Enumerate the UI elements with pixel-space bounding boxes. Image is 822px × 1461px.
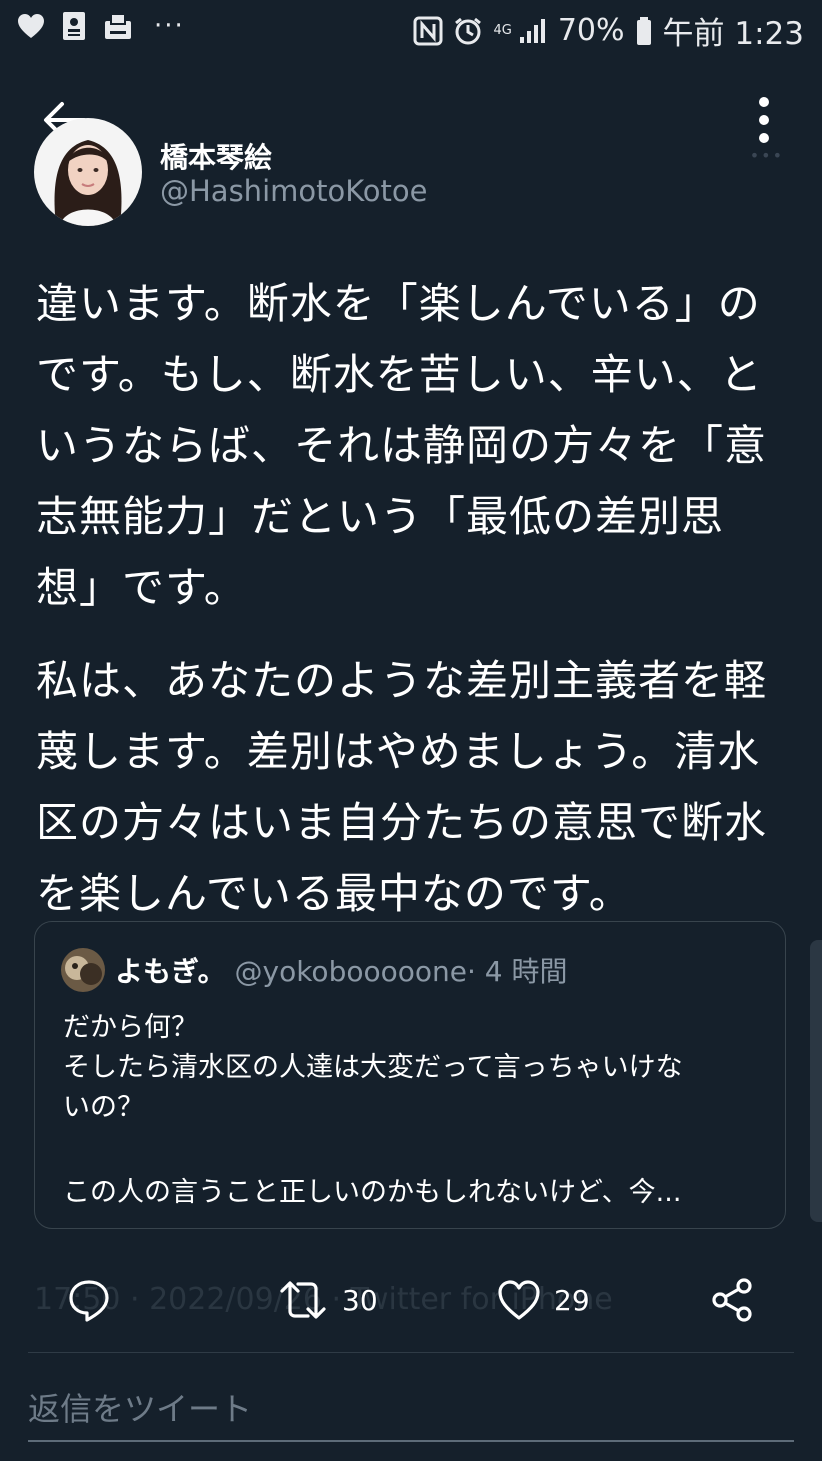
- more-options-icon[interactable]: [752, 96, 776, 144]
- author-handle[interactable]: @HashimotoKotoe: [160, 174, 428, 208]
- quoted-tweet-text: だから何？ そしたら清水区の人達は大変だって言っちゃいけな いの？: [63, 1012, 683, 1123]
- reply-input-underline: [28, 1440, 794, 1442]
- tweet-text: 違います。断水を「楽しんでいる」の です。もし、断水を苦しい、辛い、と いうなら…: [36, 268, 796, 929]
- author-name[interactable]: 橋本琴絵: [160, 136, 272, 176]
- heart-notification-icon: [18, 14, 44, 38]
- retweet-button[interactable]: 30: [276, 1270, 378, 1330]
- nfc-icon: [413, 16, 443, 45]
- divider: [28, 1352, 794, 1353]
- battery-icon: [636, 16, 651, 45]
- reply-icon: [69, 1280, 109, 1322]
- quoted-tweet-header: よもぎ。 @yokobooooone· 4 時間: [115, 950, 568, 990]
- more-notifications-indicator: ···: [154, 11, 185, 41]
- faint-overflow-dots: •••: [749, 146, 784, 165]
- battery-percent: 70%: [557, 13, 625, 48]
- reply-button[interactable]: [66, 1270, 112, 1330]
- heart-icon: [498, 1280, 540, 1320]
- signal-strength-icon: [519, 18, 545, 43]
- tweet-paragraph: 私は、あなたのような差別主義者を軽 蔑します。差別はやめましょう。清水 区の方々…: [36, 656, 768, 918]
- share-button[interactable]: [708, 1270, 756, 1330]
- edge-panel-handle[interactable]: [810, 940, 822, 1222]
- status-bar: ··· 4G 70% 午前 1:23: [0, 0, 822, 56]
- quoted-separator: ·: [466, 955, 476, 988]
- like-count: 29: [554, 1283, 590, 1317]
- share-icon: [712, 1278, 752, 1322]
- quoted-tweet-time: 4 時間: [484, 955, 568, 988]
- quoted-author-name: よもぎ。: [115, 955, 226, 988]
- status-left-icons: ···: [16, 10, 185, 42]
- quoted-tweet-text-truncated: この人の言うこと正しいのかもしれないけど、今...: [63, 1177, 682, 1208]
- clock: 午前 1:23: [662, 16, 804, 52]
- quoted-tweet-card[interactable]: よもぎ。 @yokobooooone· 4 時間 だから何？ そしたら清水区の人…: [34, 921, 786, 1229]
- contact-card-icon: [63, 12, 85, 40]
- reply-input[interactable]: 返信をツイート: [28, 1384, 252, 1430]
- quoted-author-handle: @yokobooooone: [234, 955, 467, 988]
- network-type: 4G: [493, 23, 512, 38]
- retweet-count: 30: [342, 1283, 378, 1317]
- tweet-paragraph: 違います。断水を「楽しんでいる」の です。もし、断水を苦しい、辛い、と いうなら…: [36, 279, 768, 612]
- tweet-action-bar: 30 29: [0, 1270, 822, 1330]
- like-button[interactable]: 29: [496, 1270, 590, 1330]
- retweet-icon: [280, 1281, 326, 1319]
- quoted-author-avatar: [61, 948, 105, 992]
- alarm-icon: [455, 17, 482, 44]
- mail-tray-icon: [105, 13, 131, 39]
- status-right-icons: 4G 70% 午前 1:23: [413, 8, 804, 53]
- author-avatar[interactable]: [34, 118, 142, 226]
